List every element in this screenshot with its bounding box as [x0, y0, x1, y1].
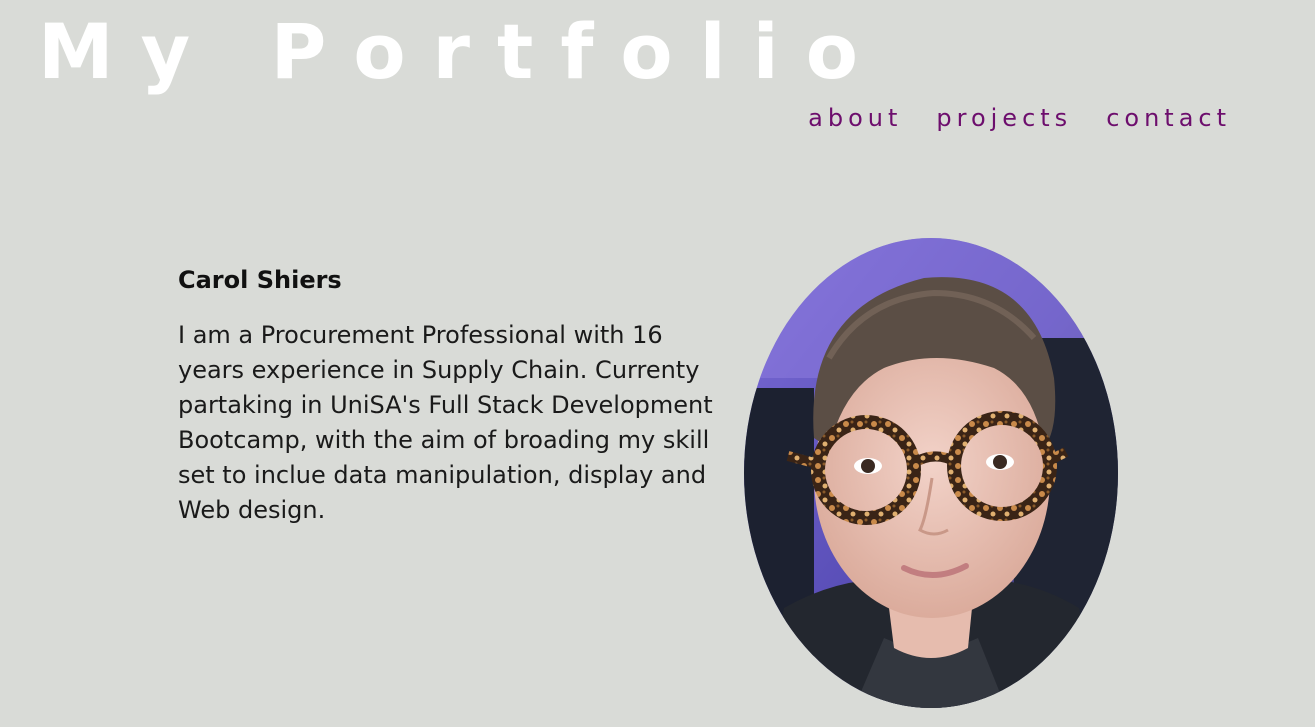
portrait-illustration [744, 238, 1118, 708]
profile-name: Carol Shiers [178, 266, 342, 294]
profile-photo [744, 238, 1118, 708]
about-section: Carol Shiers I am a Procurement Professi… [178, 262, 718, 528]
nav-link-about[interactable]: about [808, 104, 902, 132]
main-nav: about projects contact [808, 104, 1231, 132]
profile-bio: I am a Procurement Professional with 16 … [178, 321, 713, 524]
nav-link-contact[interactable]: contact [1106, 104, 1231, 132]
nav-link-projects[interactable]: projects [936, 104, 1072, 132]
site-title: My Portfolio [38, 7, 885, 96]
portfolio-page: My Portfolio about projects contact Caro… [0, 0, 1315, 727]
